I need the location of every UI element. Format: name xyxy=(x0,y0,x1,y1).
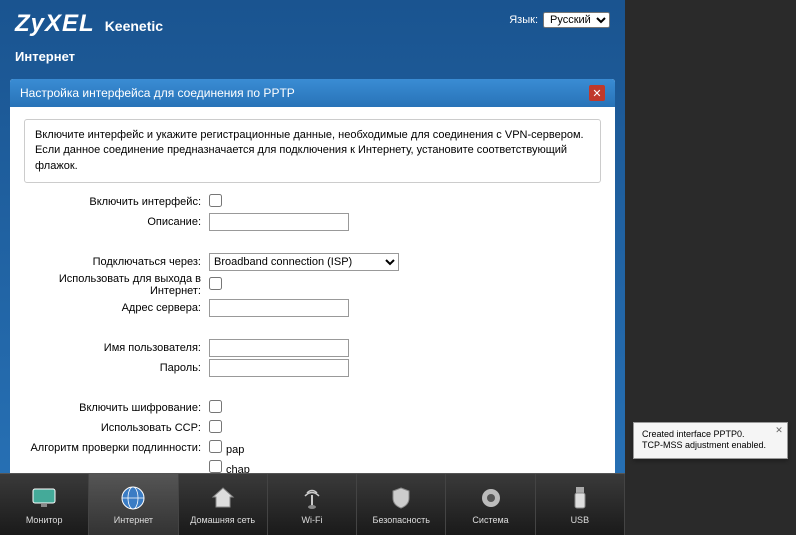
nav-item-wifi[interactable]: Wi-Fi xyxy=(268,474,357,535)
header: ZyXEL Keenetic Язык: Русский xyxy=(0,0,625,43)
nav-item-monitor[interactable]: Монитор xyxy=(0,474,89,535)
wifi-icon xyxy=(298,484,326,512)
label-enable-interface: Включить интерфейс: xyxy=(24,196,209,208)
breadcrumb: Интернет xyxy=(15,49,75,64)
nav-label-system: Система xyxy=(472,515,508,525)
panel-title-bar: Настройка интерфейса для соединения по P… xyxy=(10,79,615,107)
enable-interface-checkbox[interactable] xyxy=(209,194,222,207)
server-address-input[interactable] xyxy=(209,299,349,317)
notification-toast: ✕ Created interface PPTP0. TCP-MSS adjus… xyxy=(633,422,788,459)
nav-label-usb: USB xyxy=(571,515,590,525)
label-use-ccp: Использовать CCP: xyxy=(24,422,209,434)
pptp-form: Включить интерфейс: Описание: Подключать… xyxy=(24,193,601,479)
language-selector: Язык: Русский xyxy=(509,12,610,28)
enable-encryption-checkbox[interactable] xyxy=(209,400,222,413)
usb-icon xyxy=(566,484,594,512)
panel-body: Включите интерфейс и укажите регистрацио… xyxy=(10,107,615,479)
close-icon[interactable]: ✕ xyxy=(589,85,605,101)
label-use-for-internet: Использовать для выхода в Интернет: xyxy=(24,273,209,297)
label-description: Описание: xyxy=(24,216,209,228)
nav-item-internet[interactable]: Интернет xyxy=(89,474,178,535)
nav-label-wifi: Wi-Fi xyxy=(301,515,322,525)
toast-line2: TCP-MSS adjustment enabled. xyxy=(642,440,779,452)
language-select[interactable]: Русский xyxy=(543,12,610,28)
use-for-internet-checkbox[interactable] xyxy=(209,277,222,290)
pap-checkbox[interactable] xyxy=(209,440,222,453)
gear-icon xyxy=(477,484,505,512)
language-label: Язык: xyxy=(509,14,538,26)
home-icon xyxy=(209,484,237,512)
nav-bar: Монитор Интернет Домашняя сеть Wi-Fi Без… xyxy=(0,473,625,535)
nav-label-monitor: Монитор xyxy=(26,515,63,525)
nav-label-internet: Интернет xyxy=(114,515,153,525)
brand-logo: ZyXEL xyxy=(15,10,95,38)
use-ccp-checkbox[interactable] xyxy=(209,420,222,433)
globe-icon xyxy=(119,484,147,512)
connect-via-select[interactable]: Broadband connection (ISP) xyxy=(209,253,399,271)
username-input[interactable] xyxy=(209,339,349,357)
label-connect-via: Подключаться через: xyxy=(24,256,209,268)
panel-title: Настройка интерфейса для соединения по P… xyxy=(20,86,295,100)
password-input[interactable] xyxy=(209,359,349,377)
nav-item-system[interactable]: Система xyxy=(446,474,535,535)
chap-checkbox[interactable] xyxy=(209,460,222,473)
toast-close-icon[interactable]: ✕ xyxy=(773,425,785,437)
nav-label-home-network: Домашняя сеть xyxy=(190,515,255,525)
pap-label: pap xyxy=(226,444,244,456)
monitor-icon xyxy=(30,484,58,512)
label-password: Пароль: xyxy=(24,362,209,374)
description-input[interactable] xyxy=(209,213,349,231)
nav-label-security: Безопасность xyxy=(373,515,430,525)
app-window: ZyXEL Keenetic Язык: Русский Интернет На… xyxy=(0,0,625,535)
label-enable-encryption: Включить шифрование: xyxy=(24,402,209,414)
instruction-text: Включите интерфейс и укажите регистрацио… xyxy=(24,119,601,183)
nav-item-usb[interactable]: USB xyxy=(536,474,625,535)
nav-item-security[interactable]: Безопасность xyxy=(357,474,446,535)
breadcrumb-bar: Интернет xyxy=(0,43,625,71)
shield-icon xyxy=(387,484,415,512)
label-auth-algorithms: Алгоритм проверки подлинности: xyxy=(24,442,209,454)
label-username: Имя пользователя: xyxy=(24,342,209,354)
nav-item-home-network[interactable]: Домашняя сеть xyxy=(179,474,268,535)
brand-product: Keenetic xyxy=(105,18,163,34)
toast-line1: Created interface PPTP0. xyxy=(642,429,779,441)
settings-panel: Настройка интерфейса для соединения по P… xyxy=(10,79,615,479)
label-server-address: Адрес сервера: xyxy=(24,302,209,314)
